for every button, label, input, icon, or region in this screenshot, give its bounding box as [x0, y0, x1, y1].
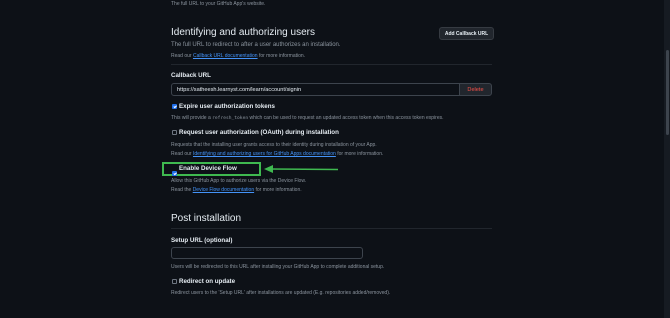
device-flow-desc: Allow this GitHub App to authorize users… — [171, 178, 307, 184]
website-url-help: The full URL to your GitHub App's websit… — [171, 1, 266, 7]
device-flow-doc-link[interactable]: Device Flow documentation — [193, 187, 254, 193]
arrow-pointer-icon — [264, 165, 339, 173]
device-flow-label: Enable Device Flow — [179, 165, 237, 172]
identifying-users-doc-link[interactable]: Identifying and authorizing users for Gi… — [193, 151, 336, 157]
page-scrollbar[interactable] — [664, 0, 670, 318]
expire-tokens-checkbox[interactable] — [172, 104, 177, 109]
setup-url-desc: Users will be redirected to this URL aft… — [171, 264, 385, 270]
refresh-token-code: refresh_token — [212, 116, 249, 121]
section-title-identifying: Identifying and authorizing users — [171, 27, 315, 38]
setup-url-label: Setup URL (optional) — [171, 237, 233, 244]
expire-tokens-desc: This will provide a refresh_token which … — [171, 115, 444, 121]
callback-doc-line: Read our Callback URL documentation for … — [171, 53, 305, 59]
divider — [171, 64, 492, 65]
device-flow-checkbox[interactable] — [172, 171, 177, 176]
scrollbar-thumb[interactable] — [666, 50, 669, 135]
device-read-suffix: for more information. — [255, 187, 302, 193]
expire-desc-prefix: This will provide a — [171, 115, 211, 121]
device-flow-doc-line: Read the Device Flow documentation for m… — [171, 187, 302, 193]
oauth-install-desc: Requests that the installing user grants… — [171, 142, 377, 148]
callback-url-label: Callback URL — [171, 72, 211, 79]
redirect-on-update-checkbox[interactable] — [172, 279, 177, 284]
callback-url-input[interactable]: https://satheesh.learnyst.com/learn/acco… — [171, 83, 460, 96]
expire-tokens-label: Expire user authorization tokens — [179, 103, 275, 110]
oauth-read-suffix: for more information. — [337, 151, 384, 157]
delete-callback-button[interactable]: Delete — [459, 83, 492, 96]
oauth-doc-line: Read our Identifying and authorizing use… — [171, 151, 383, 157]
divider — [171, 228, 492, 229]
read-prefix: Read our — [171, 53, 192, 59]
section-subtitle: The full URL to redirect to after a user… — [171, 42, 341, 48]
expire-desc-suffix: which can be used to request an updated … — [249, 115, 444, 121]
oauth-install-label: Request user authorization (OAuth) durin… — [179, 129, 339, 136]
redirect-on-update-label: Redirect on update — [179, 278, 236, 285]
oauth-read-prefix: Read our — [171, 151, 192, 157]
section-title-post-installation: Post installation — [171, 213, 242, 224]
callback-url-doc-link[interactable]: Callback URL documentation — [193, 53, 258, 59]
oauth-install-checkbox[interactable] — [172, 130, 177, 135]
add-callback-url-button[interactable]: Add Callback URL — [439, 27, 494, 40]
setup-url-input[interactable] — [171, 247, 363, 259]
redirect-on-update-desc: Redirect users to the 'Setup URL' after … — [171, 290, 391, 296]
read-suffix: for more information. — [258, 53, 306, 59]
device-read-prefix: Read the — [171, 187, 192, 193]
